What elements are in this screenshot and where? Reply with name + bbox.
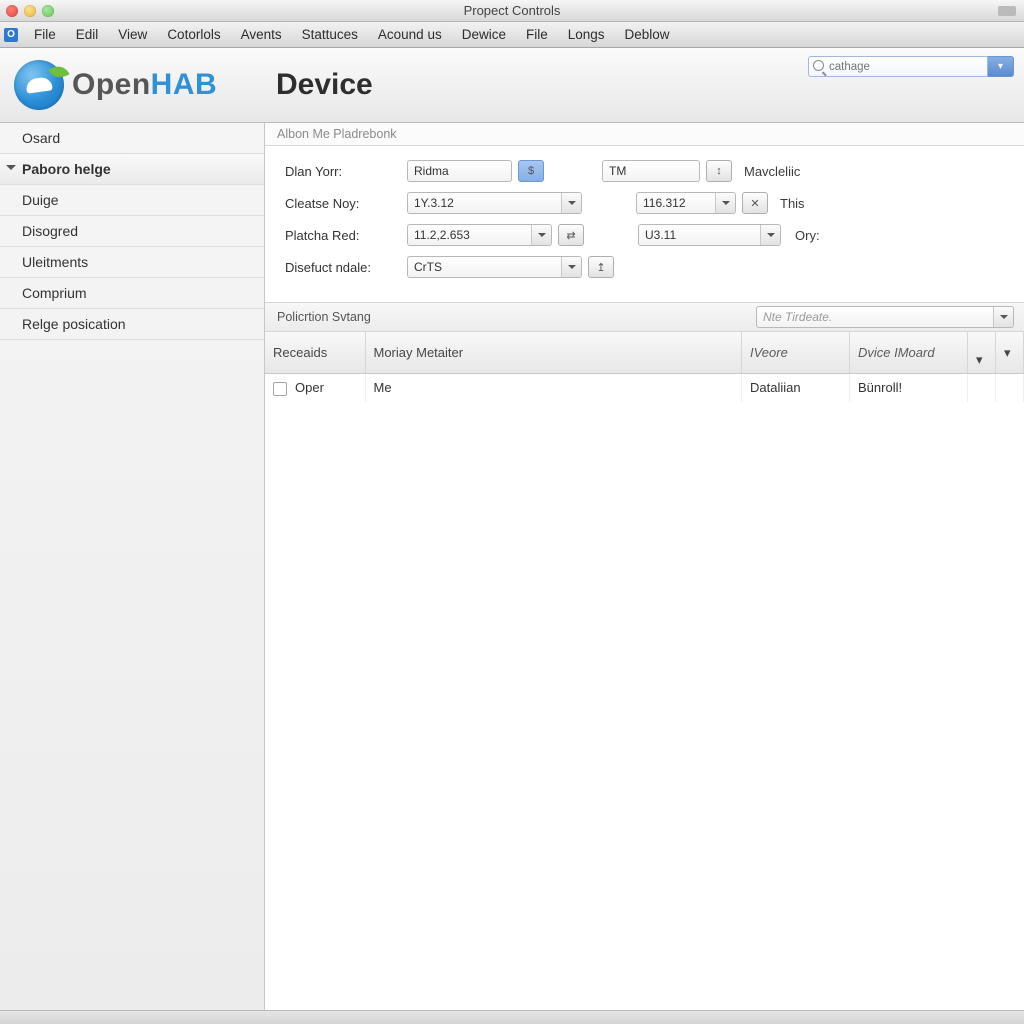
menu-logs[interactable]: Longs bbox=[558, 23, 615, 46]
cell-text: Oper bbox=[295, 380, 324, 395]
status-bar bbox=[0, 1010, 1024, 1024]
menu-about[interactable]: Acound us bbox=[368, 23, 452, 46]
form-area: Dlan Yorr: $ ↕ Mavcleliic Cleatse Noy: 1… bbox=[265, 146, 1024, 292]
search-icon bbox=[813, 60, 824, 71]
section-label: Policrtion Svtang bbox=[277, 310, 371, 324]
label-ory: Ory: bbox=[795, 228, 820, 243]
logo-text-accent: HAB bbox=[151, 68, 218, 101]
sidebar-item-comprium[interactable]: Comprium bbox=[0, 278, 264, 309]
main-pane: Albon Me Pladrebonk Dlan Yorr: $ ↕ Mavcl… bbox=[265, 123, 1024, 1010]
sidebar-item-uleitments[interactable]: Uleitments bbox=[0, 247, 264, 278]
chevron-down-icon bbox=[760, 225, 780, 245]
sidebar-item-disogred[interactable]: Disogred bbox=[0, 216, 264, 247]
col-drop2[interactable]: ▾ bbox=[996, 332, 1024, 374]
form-row-1: Dlan Yorr: $ ↕ Mavcleliic bbox=[285, 160, 1010, 182]
combo-value: CrTS bbox=[414, 260, 442, 274]
form-row-4: Disefuct ndale: CrTS ↥ bbox=[285, 256, 1010, 278]
currency-button[interactable]: $ bbox=[518, 160, 544, 182]
upload-button[interactable]: ↥ bbox=[588, 256, 614, 278]
combo-value: 11.2,2.653 bbox=[414, 228, 470, 242]
menu-debug[interactable]: Deblow bbox=[615, 23, 680, 46]
menu-file[interactable]: File bbox=[24, 23, 66, 46]
sidebar-item-paboro[interactable]: Paboro helge bbox=[0, 154, 264, 185]
chevron-down-icon bbox=[993, 307, 1013, 327]
combo-cleatse-2[interactable]: 116.312 bbox=[636, 192, 736, 214]
chevron-down-icon bbox=[561, 257, 581, 277]
breadcrumb: Albon Me Pladrebonk bbox=[265, 123, 1024, 146]
sort-button[interactable]: ↕ bbox=[706, 160, 732, 182]
cell-drop1 bbox=[968, 374, 996, 402]
menu-statuses[interactable]: Stattuces bbox=[292, 23, 368, 46]
logo-text-main: Open bbox=[72, 68, 151, 101]
label-dlan-yorr: Dlan Yorr: bbox=[285, 164, 407, 179]
cell-moriay: Me bbox=[365, 374, 742, 402]
search-input[interactable] bbox=[808, 56, 988, 77]
table-row[interactable]: Oper Me Dataliian Bünroll! bbox=[265, 374, 1024, 402]
menu-file2[interactable]: File bbox=[516, 23, 558, 46]
section-bar: Policrtion Svtang Nte Tirdeate. bbox=[265, 302, 1024, 332]
section-combo[interactable]: Nte Tirdeate. bbox=[756, 306, 1014, 328]
logo-badge-icon bbox=[14, 60, 64, 110]
sidebar: Osard Paboro helge Duige Disogred Uleitm… bbox=[0, 123, 265, 1010]
sidebar-item-relge[interactable]: Relge posication bbox=[0, 309, 264, 340]
menubar: O File Edil View Cotorlols Avents Stattu… bbox=[0, 22, 1024, 48]
col-drop1[interactable]: ▾ bbox=[968, 332, 996, 374]
device-table: Receaids Moriay Metaiter IVeore Dvice IM… bbox=[265, 332, 1024, 402]
chevron-down-icon bbox=[715, 193, 735, 213]
combo-placeholder: Nte Tirdeate. bbox=[763, 310, 832, 324]
combo-platcha-1[interactable]: 11.2,2.653 bbox=[407, 224, 552, 246]
zoom-icon[interactable] bbox=[42, 5, 54, 17]
menu-view[interactable]: View bbox=[108, 23, 157, 46]
label-disefuct: Disefuct ndale: bbox=[285, 260, 407, 275]
swap-button[interactable]: ⇄ bbox=[558, 224, 584, 246]
window-proxy-icon bbox=[998, 6, 1016, 16]
logo-text: OpenHAB bbox=[72, 68, 217, 102]
combo-value: 116.312 bbox=[643, 196, 686, 210]
combo-disefuct[interactable]: CrTS bbox=[407, 256, 582, 278]
combo-cleatse-1[interactable]: 1Y.3.12 bbox=[407, 192, 582, 214]
page-title: Device bbox=[276, 68, 373, 102]
menu-events[interactable]: Avents bbox=[231, 23, 292, 46]
search-box: ▾ bbox=[808, 56, 1014, 77]
combo-value: 1Y.3.12 bbox=[414, 196, 454, 210]
form-row-3: Platcha Red: 11.2,2.653 ⇄ U3.11 Ory: bbox=[285, 224, 1010, 246]
search-button[interactable]: ▾ bbox=[988, 56, 1014, 77]
cell-dvice: Bünroll! bbox=[850, 374, 968, 402]
col-dvice[interactable]: Dvice IMoard bbox=[850, 332, 968, 374]
combo-value: U3.11 bbox=[645, 228, 676, 242]
sidebar-item-duige[interactable]: Duige bbox=[0, 185, 264, 216]
cell-iveore: Dataliian bbox=[742, 374, 850, 402]
app-logo: OpenHAB bbox=[14, 60, 264, 110]
sidebar-item-osard[interactable]: Osard bbox=[0, 123, 264, 154]
window-titlebar: Propect Controls bbox=[0, 0, 1024, 22]
minimize-icon[interactable] bbox=[24, 5, 36, 17]
window-title: Propect Controls bbox=[0, 3, 1024, 18]
header: OpenHAB Device ▾ bbox=[0, 48, 1024, 123]
chevron-down-icon bbox=[531, 225, 551, 245]
table-header-row: Receaids Moriay Metaiter IVeore Dvice IM… bbox=[265, 332, 1024, 374]
label-mavclelic: Mavcleliic bbox=[744, 164, 800, 179]
col-iveore[interactable]: IVeore bbox=[742, 332, 850, 374]
label-cleatse: Cleatse Noy: bbox=[285, 196, 407, 211]
close-icon[interactable] bbox=[6, 5, 18, 17]
clear-button[interactable]: ✕ bbox=[742, 192, 768, 214]
menu-controls[interactable]: Cotorlols bbox=[157, 23, 230, 46]
col-receaids[interactable]: Receaids bbox=[265, 332, 365, 374]
input-ridma[interactable] bbox=[407, 160, 512, 182]
col-moriay[interactable]: Moriay Metaiter bbox=[365, 332, 742, 374]
app-icon[interactable]: O bbox=[4, 28, 18, 42]
combo-platcha-2[interactable]: U3.11 bbox=[638, 224, 781, 246]
window-controls bbox=[6, 5, 54, 17]
cell-receaids: Oper bbox=[265, 374, 365, 402]
menu-device[interactable]: Dewice bbox=[452, 23, 516, 46]
label-this: This bbox=[780, 196, 805, 211]
form-row-2: Cleatse Noy: 1Y.3.12 116.312 ✕ This bbox=[285, 192, 1010, 214]
checkbox-icon[interactable] bbox=[273, 382, 287, 396]
menu-edit[interactable]: Edil bbox=[66, 23, 109, 46]
label-platcha: Platcha Red: bbox=[285, 228, 407, 243]
cell-drop2 bbox=[996, 374, 1024, 402]
chevron-down-icon bbox=[561, 193, 581, 213]
input-tm[interactable] bbox=[602, 160, 700, 182]
